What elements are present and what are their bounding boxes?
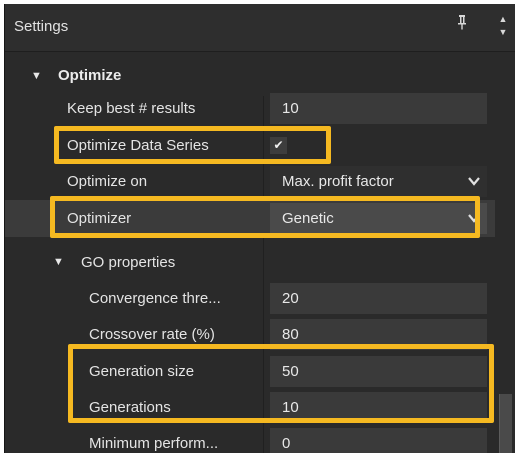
generations-input[interactable]: 10 (270, 392, 487, 423)
row-generation-size: Generation size 50 (5, 353, 495, 390)
row-convergence: Convergence thre... 20 (5, 280, 495, 317)
pin-icon[interactable] (455, 14, 469, 36)
optimizer-select[interactable]: Genetic (270, 203, 487, 234)
scroll-up-down-icon[interactable]: ▲ ▼ (496, 13, 510, 41)
field-value: 50 (282, 363, 299, 380)
field-value: 20 (282, 290, 299, 307)
row-label: Optimize Data Series (67, 137, 209, 154)
row-optimize-on: Optimize on Max. profit factor (5, 163, 495, 200)
row-optimizer: Optimizer Genetic (5, 200, 495, 237)
min-performance-input[interactable]: 0 (270, 428, 487, 453)
field-value: 0 (282, 435, 291, 452)
convergence-input[interactable]: 20 (270, 283, 487, 314)
optimize-on-select[interactable]: Max. profit factor (270, 166, 487, 197)
keep-best-input[interactable]: 10 (270, 93, 487, 124)
field-value: 10 (282, 100, 299, 117)
panel-title: Settings (14, 18, 69, 35)
row-label: Optimize on (67, 173, 148, 190)
row-label: Crossover rate (%) (89, 326, 215, 343)
section-label: Optimize (58, 67, 122, 84)
row-crossover: Crossover rate (%) 80 (5, 316, 495, 353)
crossover-input[interactable]: 80 (270, 319, 487, 350)
row-optimize-data-series: Optimize Data Series ✔ (5, 127, 495, 164)
row-label: Generation size (89, 363, 195, 380)
field-value: 80 (282, 326, 299, 343)
section-go-properties[interactable]: ▼ GO properties (5, 244, 495, 281)
row-label: Generations (89, 399, 171, 416)
row-min-performance: Minimum perform... 0 (5, 425, 495, 453)
caret-down-icon: ▼ (31, 70, 42, 82)
select-value: Max. profit factor (282, 173, 394, 190)
panel-titlebar: Settings ▲ ▼ (5, 4, 515, 52)
field-value: 10 (282, 399, 299, 416)
row-label: Convergence thre... (89, 290, 221, 307)
row-label: Optimizer (67, 210, 132, 227)
scrollbar-thumb[interactable] (499, 394, 512, 453)
row-keep-best: Keep best # results 10 (5, 90, 495, 127)
chevron-down-icon (468, 214, 480, 223)
row-generations: Generations 10 (5, 389, 495, 426)
subsection-label: GO properties (81, 254, 176, 271)
caret-down-icon: ▼ (53, 256, 64, 268)
scrollbar-track[interactable] (497, 52, 515, 453)
select-value: Genetic (282, 210, 334, 227)
optimize-data-series-checkbox[interactable]: ✔ (270, 137, 287, 154)
row-label: Minimum perform... (89, 435, 219, 452)
row-label: Keep best # results (67, 100, 196, 117)
chevron-down-icon (468, 177, 480, 186)
generation-size-input[interactable]: 50 (270, 356, 487, 387)
settings-panel: Settings ▲ ▼ ▼ Optimize Keep best # resul… (4, 4, 515, 453)
